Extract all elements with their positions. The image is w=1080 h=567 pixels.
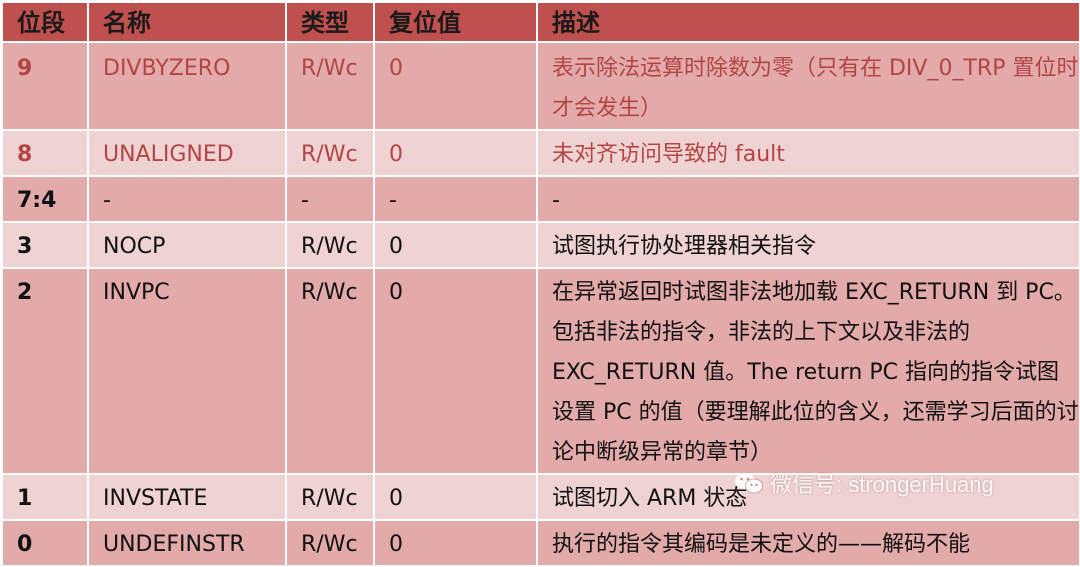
cell-desc: - <box>536 175 1080 223</box>
cell-reset: 0 <box>373 41 538 131</box>
cell-type: R/Wc <box>285 129 375 177</box>
cell-reset: 0 <box>373 473 538 521</box>
cell-reset: 0 <box>373 221 538 269</box>
cell-name: UNALIGNED <box>87 129 287 177</box>
cell-desc: 表示除法运算时除数为零（只有在 DIV_0_TRP 置位时才会发生） <box>536 41 1080 131</box>
register-table: 位段 名称 类型 复位值 描述 9 DIVBYZERO R/Wc 0 表示除法运… <box>1 1 1080 567</box>
table-row: 8 UNALIGNED R/Wc 0 未对齐访问导致的 fault <box>1 129 1080 177</box>
cell-name: NOCP <box>87 221 287 269</box>
cell-desc: 试图切入 ARM 状态 <box>536 473 1080 521</box>
header-name: 名称 <box>87 1 287 43</box>
cell-reset: 0 <box>373 267 538 475</box>
table-row: 7:4 - - - - <box>1 175 1080 223</box>
header-row: 位段 名称 类型 复位值 描述 <box>1 1 1080 43</box>
cell-bit: 8 <box>1 129 89 177</box>
cell-type: R/Wc <box>285 267 375 475</box>
cell-name: INVSTATE <box>87 473 287 521</box>
cell-bit: 9 <box>1 41 89 131</box>
cell-type: R/Wc <box>285 473 375 521</box>
header-type: 类型 <box>285 1 375 43</box>
cell-desc: 未对齐访问导致的 fault <box>536 129 1080 177</box>
cell-name: INVPC <box>87 267 287 475</box>
cell-type: - <box>285 175 375 223</box>
table-row: 2 INVPC R/Wc 0 在异常返回时试图非法地加载 EXC_RETURN … <box>1 267 1080 475</box>
cell-name: UNDEFINSTR <box>87 519 287 567</box>
cell-bit: 0 <box>1 519 89 567</box>
cell-bit: 1 <box>1 473 89 521</box>
cell-type: R/Wc <box>285 41 375 131</box>
table-row: 1 INVSTATE R/Wc 0 试图切入 ARM 状态 <box>1 473 1080 521</box>
cell-type: R/Wc <box>285 519 375 567</box>
table-row: 0 UNDEFINSTR R/Wc 0 执行的指令其编码是未定义的——解码不能 <box>1 519 1080 567</box>
cell-reset: - <box>373 175 538 223</box>
cell-bit: 2 <box>1 267 89 475</box>
cell-bit: 7:4 <box>1 175 89 223</box>
cell-name: - <box>87 175 287 223</box>
cell-reset: 0 <box>373 129 538 177</box>
header-bit: 位段 <box>1 1 89 43</box>
header-desc: 描述 <box>536 1 1080 43</box>
table-row: 9 DIVBYZERO R/Wc 0 表示除法运算时除数为零（只有在 DIV_0… <box>1 41 1080 131</box>
cell-desc: 试图执行协处理器相关指令 <box>536 221 1080 269</box>
table-row: 3 NOCP R/Wc 0 试图执行协处理器相关指令 <box>1 221 1080 269</box>
cell-desc: 在异常返回时试图非法地加载 EXC_RETURN 到 PC。包括非法的指令，非法… <box>536 267 1080 475</box>
cell-type: R/Wc <box>285 221 375 269</box>
cell-bit: 3 <box>1 221 89 269</box>
cell-reset: 0 <box>373 519 538 567</box>
cell-name: DIVBYZERO <box>87 41 287 131</box>
cell-desc: 执行的指令其编码是未定义的——解码不能 <box>536 519 1080 567</box>
header-reset: 复位值 <box>373 1 538 43</box>
